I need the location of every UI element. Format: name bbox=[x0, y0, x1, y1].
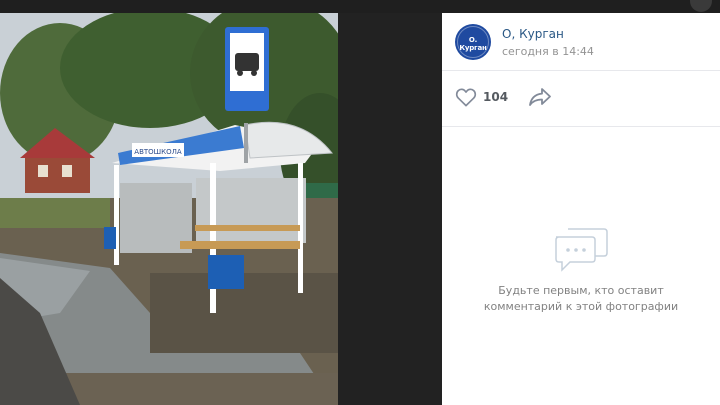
heart-icon bbox=[455, 88, 477, 107]
top-bar bbox=[0, 0, 720, 13]
avatar-logo-text: О. Курган bbox=[459, 36, 487, 52]
like-button[interactable]: 104 bbox=[455, 86, 508, 108]
empty-comments-line-1: Будьте первым, кто оставит bbox=[498, 284, 664, 297]
post-timestamp[interactable]: сегодня в 14:44 bbox=[502, 45, 594, 58]
post-actions: 104 bbox=[442, 71, 720, 127]
like-count: 104 bbox=[483, 90, 509, 104]
photo-viewer: АВТОШКОЛА bbox=[0, 13, 442, 405]
empty-comments-line-2: комментарий к этой фотографии bbox=[483, 300, 679, 313]
bus-stop-photo: АВТОШКОЛА bbox=[0, 13, 338, 405]
group-name-link[interactable]: О, Курган bbox=[502, 27, 564, 41]
user-avatar[interactable] bbox=[690, 0, 712, 12]
shelter-sign-text: АВТОШКОЛА bbox=[134, 148, 182, 156]
post-sidebar: О. Курган О, Курган сегодня в 14:44 104 … bbox=[442, 13, 720, 405]
post-header: О. Курган О, Курган сегодня в 14:44 bbox=[442, 13, 720, 71]
empty-comments-text: Будьте первым, кто оставит комментарий к… bbox=[442, 283, 720, 315]
share-button[interactable] bbox=[528, 86, 552, 108]
empty-comments: Будьте первым, кто оставит комментарий к… bbox=[442, 223, 720, 315]
group-avatar[interactable]: О. Курган bbox=[455, 24, 491, 60]
post-photo[interactable]: АВТОШКОЛА bbox=[0, 13, 338, 405]
speech-bubble-icon bbox=[555, 228, 608, 272]
share-arrow-icon bbox=[529, 88, 551, 106]
